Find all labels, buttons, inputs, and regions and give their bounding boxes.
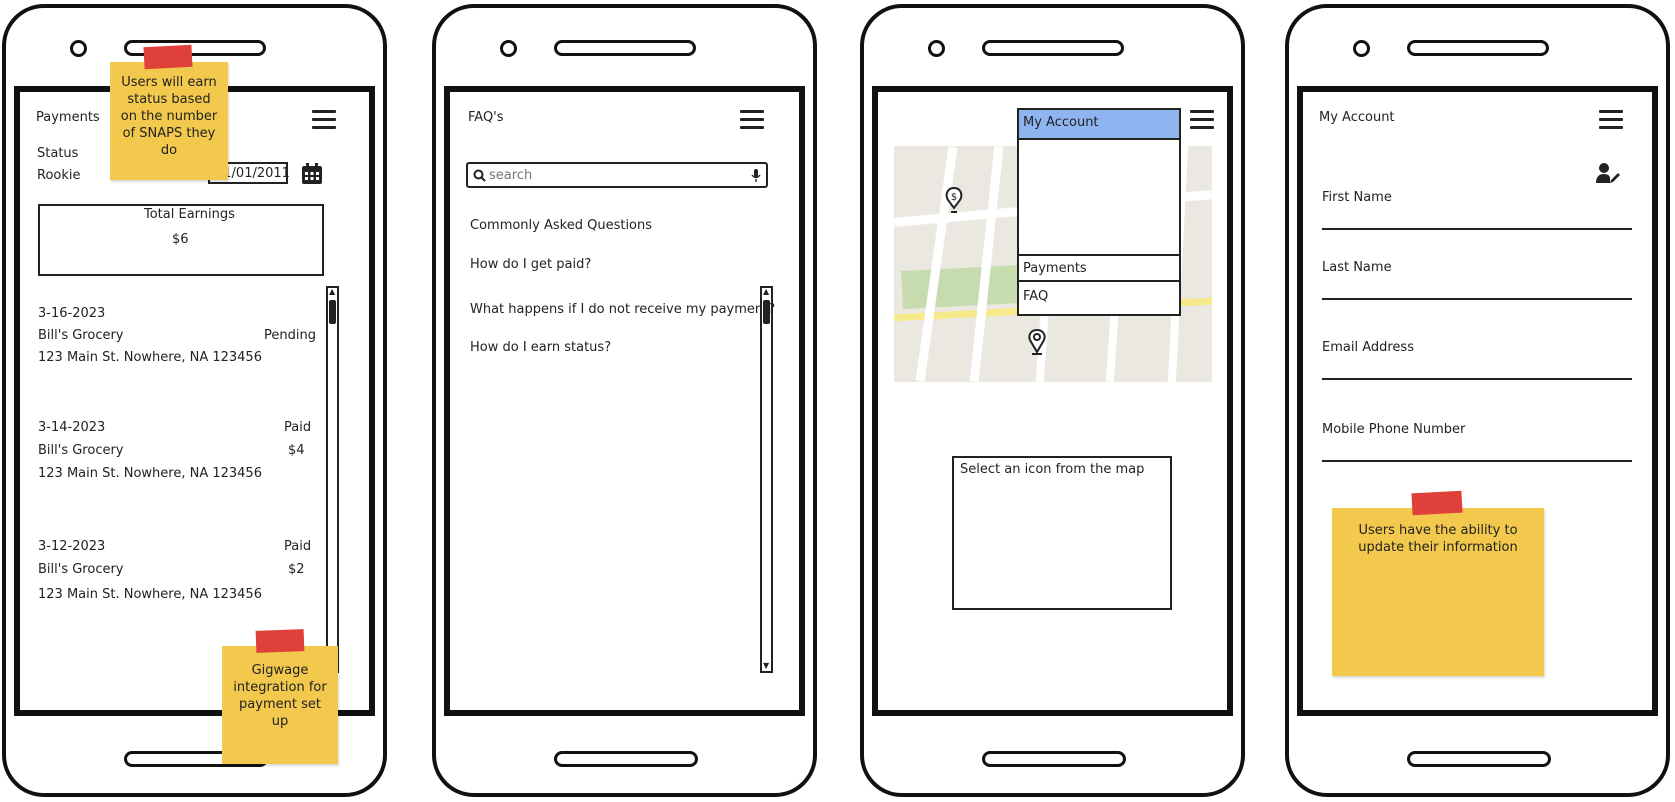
transaction-date: 3-16-2023 bbox=[38, 306, 106, 321]
sticky-note-text: Users will earn status based on the numb… bbox=[120, 75, 218, 158]
speaker-grille bbox=[1407, 40, 1549, 56]
total-earnings-box: Total Earnings $6 bbox=[38, 204, 324, 276]
home-button[interactable] bbox=[554, 751, 698, 767]
search-input[interactable] bbox=[489, 166, 729, 184]
transaction-address: 123 Main St. Nowhere, NA 123456 bbox=[38, 350, 262, 365]
sticky-note-gigwage: Gigwage integration for payment set up bbox=[222, 646, 338, 764]
scroll-up-arrow-icon[interactable]: ▲ bbox=[763, 288, 769, 296]
status-label: Status bbox=[37, 146, 79, 161]
home-button[interactable] bbox=[982, 751, 1126, 767]
transaction-date: 3-14-2023 bbox=[38, 420, 106, 435]
microphone-icon[interactable] bbox=[751, 168, 761, 183]
menu-item-faq[interactable]: FAQ bbox=[1019, 284, 1179, 312]
sticky-note-update: Users have the ability to update their i… bbox=[1332, 508, 1544, 676]
home-button[interactable] bbox=[1407, 751, 1551, 767]
sticky-tape bbox=[1411, 490, 1463, 516]
search-bar[interactable] bbox=[466, 162, 768, 188]
faq-screen: FAQ's Commonly Asked Questions How do I … bbox=[444, 86, 805, 716]
transaction-store: Bill's Grocery bbox=[38, 328, 124, 343]
scroll-down-arrow-icon[interactable]: ▼ bbox=[763, 662, 769, 670]
camera-icon bbox=[500, 40, 517, 57]
menu-item-payments[interactable]: Payments bbox=[1019, 254, 1179, 282]
transaction-address: 123 Main St. Nowhere, NA 123456 bbox=[38, 587, 262, 602]
sticky-tape bbox=[143, 44, 193, 70]
phone-account: My Account First Name Last Name Email Ad… bbox=[1285, 4, 1670, 797]
hamburger-menu-icon[interactable] bbox=[1599, 110, 1623, 130]
faq-question[interactable]: How do I earn status? bbox=[470, 340, 611, 355]
field-label: First Name bbox=[1322, 190, 1392, 205]
location-pin-icon[interactable] bbox=[1026, 328, 1048, 356]
field-label: Mobile Phone Number bbox=[1322, 422, 1466, 437]
status-value: Rookie bbox=[37, 168, 81, 183]
total-earnings-label: Total Earnings bbox=[144, 207, 235, 222]
edit-user-icon[interactable] bbox=[1595, 162, 1621, 184]
speaker-grille bbox=[554, 40, 696, 56]
phone-number-field[interactable] bbox=[1322, 460, 1632, 462]
camera-icon bbox=[1353, 40, 1370, 57]
last-name-field[interactable] bbox=[1322, 298, 1632, 300]
svg-text:$: $ bbox=[951, 192, 957, 203]
scrollbar[interactable]: ▲ ▼ bbox=[760, 286, 773, 673]
faq-heading: Commonly Asked Questions bbox=[470, 218, 653, 233]
camera-icon bbox=[928, 40, 945, 57]
transaction-address: 123 Main St. Nowhere, NA 123456 bbox=[38, 466, 262, 481]
email-field[interactable] bbox=[1322, 378, 1632, 380]
page-title: My Account bbox=[1319, 110, 1395, 125]
transaction-status: Pending bbox=[264, 328, 316, 343]
transaction-date: 3-12-2023 bbox=[38, 539, 106, 554]
hamburger-menu-icon[interactable] bbox=[312, 110, 336, 130]
menu-item-label: FAQ bbox=[1023, 289, 1049, 304]
first-name-field[interactable] bbox=[1322, 228, 1632, 230]
transaction-amount: $4 bbox=[288, 443, 305, 458]
menu-item-label: Payments bbox=[1023, 261, 1087, 276]
dropdown-menu: My Account Payments FAQ bbox=[1017, 108, 1181, 316]
scrollbar[interactable]: ▲ ▼ bbox=[326, 286, 339, 673]
hamburger-menu-icon[interactable] bbox=[740, 110, 764, 130]
map-road bbox=[969, 146, 1004, 382]
map-road bbox=[915, 146, 958, 382]
sticky-note-status: Users will earn status based on the numb… bbox=[110, 62, 228, 180]
transaction-status: Paid bbox=[284, 420, 312, 435]
transaction-status: Paid bbox=[284, 539, 312, 554]
info-box-text: Select an icon from the map bbox=[960, 462, 1145, 477]
transaction-store: Bill's Grocery bbox=[38, 562, 124, 577]
scroll-thumb[interactable] bbox=[763, 300, 770, 324]
total-earnings-value: $6 bbox=[172, 232, 189, 247]
hamburger-menu-icon[interactable] bbox=[1190, 110, 1214, 130]
menu-item-my-account[interactable]: My Account bbox=[1019, 110, 1179, 140]
field-label: Last Name bbox=[1322, 260, 1392, 275]
faq-question[interactable]: How do I get paid? bbox=[470, 257, 591, 272]
search-icon bbox=[473, 169, 486, 182]
park-area bbox=[901, 264, 1023, 310]
money-pin-icon[interactable]: $ bbox=[942, 186, 966, 216]
info-box: Select an icon from the map bbox=[952, 456, 1172, 610]
faq-question[interactable]: What happens if I do not receive my paym… bbox=[470, 302, 775, 317]
sticky-note-text: Gigwage integration for payment set up bbox=[233, 663, 327, 729]
sticky-note-text: Users have the ability to update their i… bbox=[1358, 523, 1518, 555]
phone-map: $ My Account Payments FAQ Select an icon… bbox=[860, 4, 1245, 797]
scroll-thumb[interactable] bbox=[329, 300, 336, 324]
camera-icon bbox=[70, 40, 87, 57]
payments-screen: Payments Status Rookie 01/01/2011 Total … bbox=[14, 86, 375, 716]
field-label: Email Address bbox=[1322, 340, 1414, 355]
page-title: FAQ's bbox=[468, 110, 504, 125]
map-screen: $ My Account Payments FAQ Select an icon… bbox=[872, 86, 1233, 716]
speaker-grille bbox=[982, 40, 1124, 56]
page-title: Payments bbox=[36, 110, 100, 125]
phone-faq: FAQ's Commonly Asked Questions How do I … bbox=[432, 4, 817, 797]
menu-item-label: My Account bbox=[1023, 115, 1099, 130]
calendar-icon[interactable] bbox=[300, 162, 324, 186]
transaction-amount: $2 bbox=[288, 562, 305, 577]
sticky-tape bbox=[255, 629, 305, 653]
transaction-store: Bill's Grocery bbox=[38, 443, 124, 458]
scroll-up-arrow-icon[interactable]: ▲ bbox=[329, 288, 335, 296]
